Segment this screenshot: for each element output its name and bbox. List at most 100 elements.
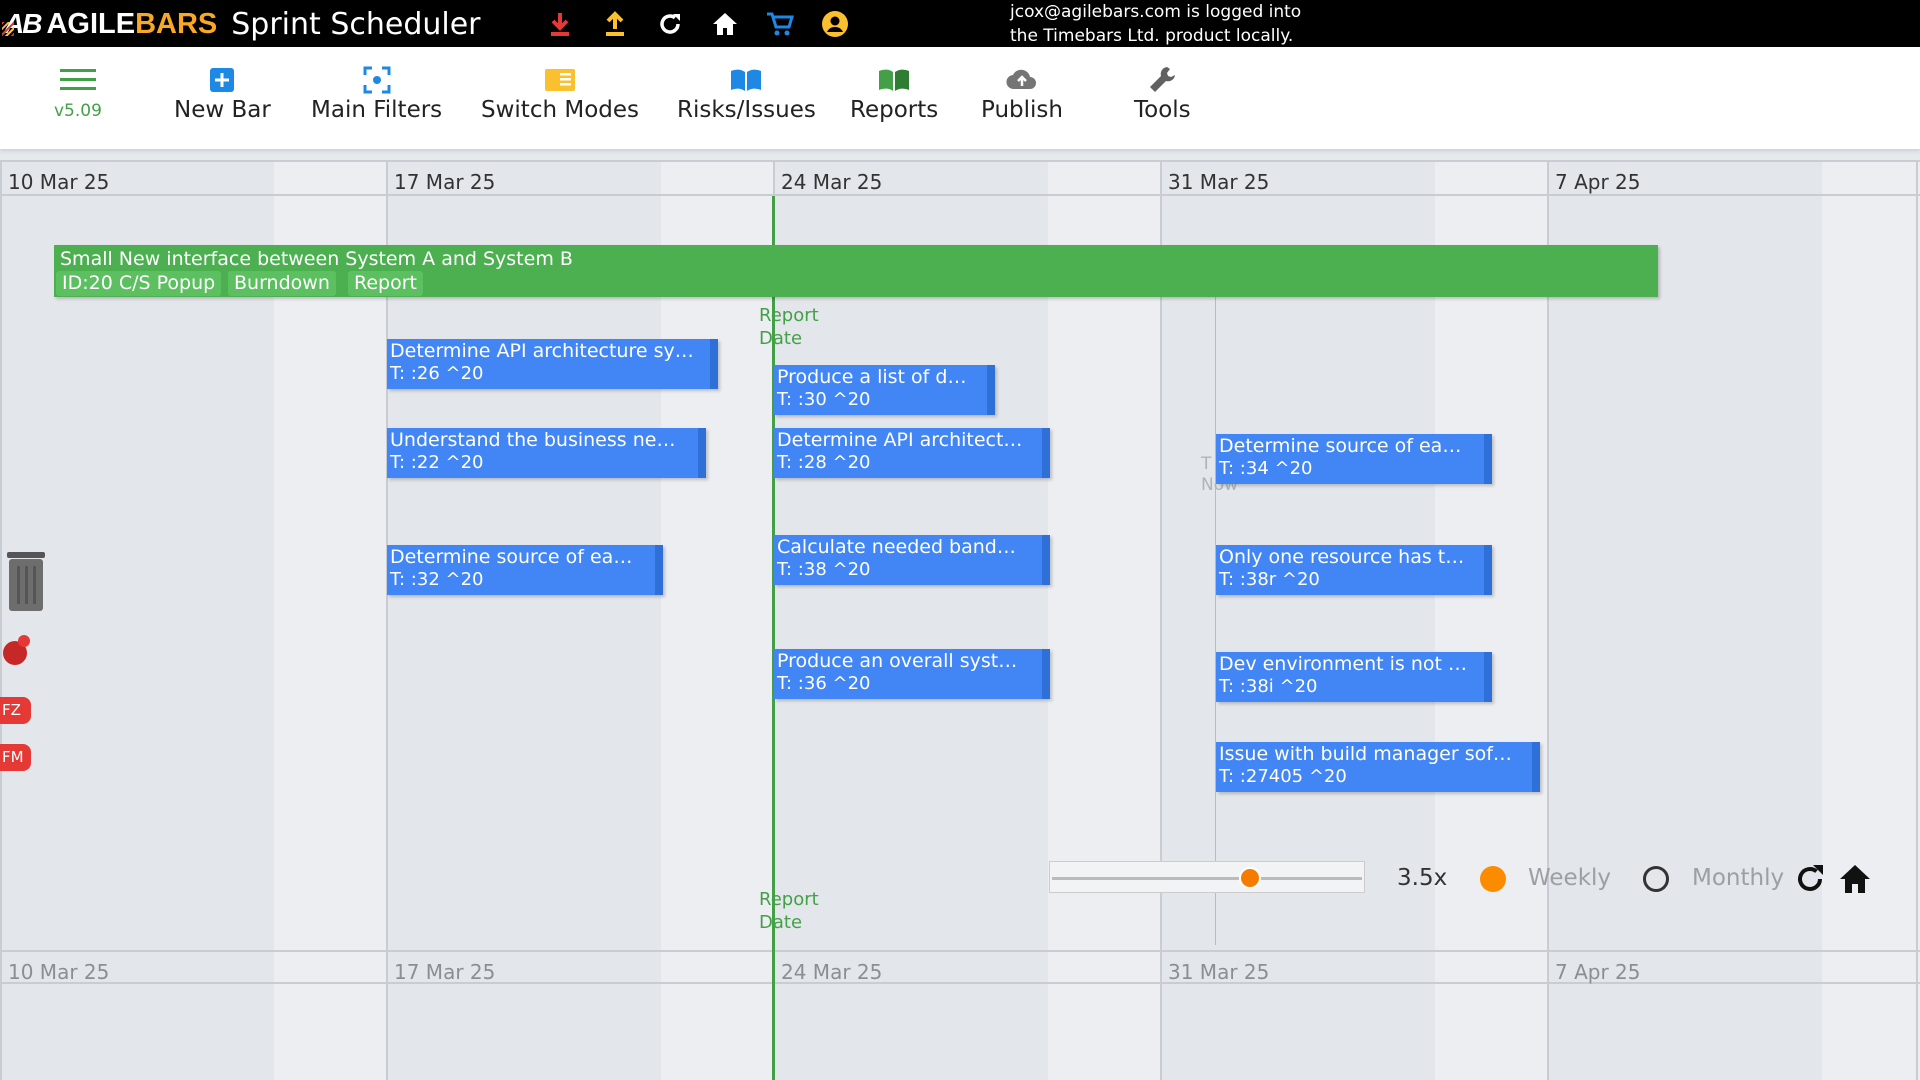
task-title: Only one resource has t… [1219, 546, 1465, 568]
home-icon[interactable] [707, 8, 743, 40]
user-icon[interactable] [817, 8, 853, 40]
filter-tag-fz[interactable]: FZ [0, 697, 31, 724]
task-bar[interactable]: Issue with build manager sof… T: :27405 … [1216, 742, 1540, 792]
task-title: Determine API architecture sy… [390, 340, 694, 362]
upload-icon[interactable] [597, 8, 633, 40]
task-meta: T: :32 ^20 [390, 569, 484, 590]
week-header: 24 Mar 25 [773, 160, 1160, 196]
task-title: Issue with build manager sof… [1219, 743, 1512, 765]
book-green-icon [877, 65, 911, 95]
main-filters-button[interactable]: Main Filters [311, 65, 442, 123]
week-header: 17 Mar 25 [386, 160, 773, 196]
task-meta: T: :28 ^20 [777, 452, 871, 473]
week-footer: 10 Mar 25 [0, 950, 387, 984]
monthly-radio[interactable] [1643, 866, 1669, 892]
tools-button[interactable]: Tools [1134, 65, 1191, 123]
task-title: Determine source of ea… [1219, 435, 1462, 457]
task-meta: T: :36 ^20 [777, 673, 871, 694]
risks-issues-button[interactable]: Risks/Issues [677, 65, 816, 123]
plus-square-icon [209, 65, 235, 95]
task-bar[interactable]: Determine API architect… T: :28 ^20 [774, 428, 1050, 478]
switch-modes-button[interactable]: Switch Modes [481, 65, 639, 123]
weekly-label[interactable]: Weekly [1528, 865, 1611, 891]
focus-icon [363, 65, 391, 95]
zoom-slider[interactable] [1049, 861, 1365, 893]
task-bar[interactable]: Determine source of ea… T: :32 ^20 [387, 545, 663, 595]
task-bar[interactable]: Only one resource has t… T: :38r ^20 [1216, 545, 1492, 595]
reports-label: Reports [850, 97, 939, 123]
login-status: jcox@agilebars.com is logged into the Ti… [1010, 0, 1301, 48]
report-date-label-top: Report Date [759, 305, 819, 349]
new-bar-button[interactable]: New Bar [174, 65, 271, 123]
login-line-1: jcox@agilebars.com is logged into [1010, 2, 1302, 22]
task-meta: T: :38r ^20 [1219, 569, 1320, 590]
task-meta: T: :38i ^20 [1219, 676, 1318, 697]
switch-modes-label: Switch Modes [481, 97, 640, 123]
timeline-canvas[interactable]: 10 Mar 25 17 Mar 25 24 Mar 25 31 Mar 25 … [0, 160, 1920, 1080]
weekend-shade [661, 160, 773, 1080]
task-bar[interactable]: Produce a list of d… T: :30 ^20 [774, 365, 995, 415]
app-logo[interactable]: AB AGILE BARS Sprint Scheduler [2, 7, 481, 42]
hamburger-icon [59, 65, 96, 95]
week-header: 10 Mar 25 [0, 160, 387, 196]
logo-mark: AB [2, 8, 42, 39]
login-line-2: the Timebars Ltd. product locally. [1010, 26, 1294, 46]
task-meta: T: :22 ^20 [390, 452, 484, 473]
week-divider [0, 160, 2, 1080]
task-title: Understand the business ne… [390, 429, 676, 451]
weekend-shade [1048, 160, 1160, 1080]
cart-icon[interactable] [762, 8, 798, 40]
task-title: Produce a list of d… [777, 366, 967, 388]
modes-icon [544, 65, 576, 95]
logo-agile-text: AGILE [46, 7, 136, 40]
task-meta: T: :26 ^20 [390, 363, 484, 384]
week-header: 31 Mar 25 [1160, 160, 1547, 196]
zoom-value: 3.5x [1397, 865, 1448, 891]
weekend-shade [1822, 160, 1920, 1080]
report-date-label-bottom: Report Date [759, 889, 819, 933]
new-bar-label: New Bar [174, 97, 271, 123]
menu-button[interactable]: v5.09 [54, 65, 102, 121]
weekend-shade [274, 160, 386, 1080]
weekly-radio[interactable] [1480, 866, 1506, 892]
filter-tag-fm[interactable]: FM [0, 744, 31, 771]
publish-button[interactable]: Publish [981, 65, 1063, 123]
week-footer: 31 Mar 25 [1160, 950, 1547, 984]
logo-bars-text: BARS [135, 7, 218, 40]
main-filters-label: Main Filters [311, 97, 443, 123]
task-title: Calculate needed band… [777, 536, 1016, 558]
reports-button[interactable]: Reports [850, 65, 938, 123]
sprint-bar[interactable]: Small New interface between System A and… [54, 245, 1658, 297]
task-bar[interactable]: Dev environment is not … T: :38i ^20 [1216, 652, 1492, 702]
task-meta: T: :38 ^20 [777, 559, 871, 580]
pin-icon[interactable] [2, 634, 34, 666]
download-icon[interactable] [542, 8, 578, 40]
task-title: Determine source of ea… [390, 546, 633, 568]
wrench-icon [1147, 65, 1177, 95]
burndown-chip[interactable]: Burndown [228, 271, 336, 296]
task-bar[interactable]: Produce an overall syst… T: :36 ^20 [774, 649, 1050, 699]
task-bar[interactable]: Calculate needed band… T: :38 ^20 [774, 535, 1050, 585]
monthly-label[interactable]: Monthly [1692, 865, 1784, 891]
task-bar[interactable]: Determine source of ea… T: :34 ^20 [1216, 434, 1492, 484]
report-chip[interactable]: Report [348, 271, 423, 296]
week-footer: 7 Apr 25 [1547, 950, 1920, 984]
trash-icon[interactable] [5, 552, 47, 612]
version-label: v5.09 [54, 101, 102, 121]
sprint-id-chip[interactable]: ID:20 C/S Popup [56, 271, 222, 296]
week-footer: 24 Mar 25 [773, 950, 1160, 984]
zoom-slider-thumb[interactable] [1239, 867, 1262, 889]
sprint-title: Small New interface between System A and… [60, 248, 573, 270]
book-blue-icon [729, 65, 763, 95]
task-bar[interactable]: Determine API architecture sy… T: :26 ^2… [387, 339, 718, 389]
home-view-icon[interactable] [1838, 862, 1872, 896]
week-footer: 17 Mar 25 [386, 950, 773, 984]
reset-icon[interactable] [1793, 862, 1827, 896]
now-line [1215, 295, 1216, 945]
task-meta: T: :34 ^20 [1219, 458, 1313, 479]
top-header: AB AGILE BARS Sprint Scheduler jcox@agile… [0, 0, 1920, 47]
task-bar[interactable]: Understand the business ne… T: :22 ^20 [387, 428, 706, 478]
refresh-icon[interactable] [652, 8, 688, 40]
weekend-shade [1435, 160, 1547, 1080]
publish-label: Publish [981, 97, 1063, 123]
